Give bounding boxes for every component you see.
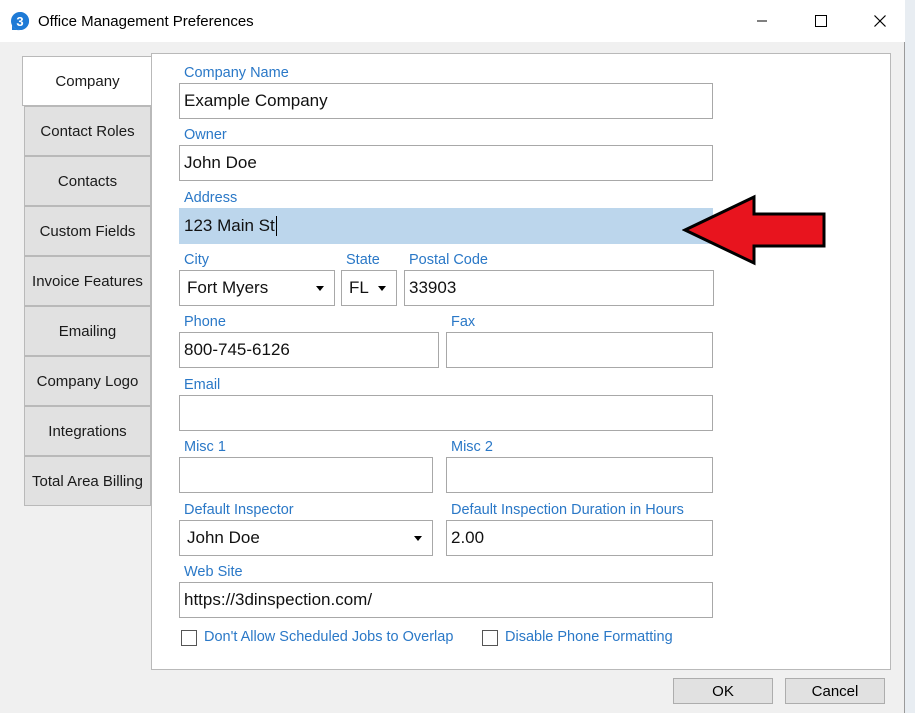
- tab-label: Total Area Billing: [32, 472, 143, 490]
- button-label: OK: [712, 682, 734, 700]
- state-dropdown[interactable]: FL: [341, 270, 397, 306]
- dropdown-arrow-icon: [316, 286, 324, 291]
- title-bar: 3 Office Management Preferences: [0, 0, 905, 42]
- phone-input[interactable]: 800-745-6126: [179, 332, 439, 368]
- tab-label: Company: [55, 72, 120, 90]
- window-title: Office Management Preferences: [38, 13, 254, 30]
- tab-company-logo[interactable]: Company Logo: [24, 356, 151, 406]
- disable-phone-formatting-label[interactable]: Disable Phone Formatting: [505, 629, 673, 645]
- tab-integrations[interactable]: Integrations: [24, 406, 151, 456]
- field-value: John Doe: [184, 153, 257, 172]
- misc2-label: Misc 2: [451, 439, 493, 455]
- owner-label: Owner: [184, 127, 227, 143]
- tab-custom-fields[interactable]: Custom Fields: [24, 206, 151, 256]
- email-label: Email: [184, 377, 221, 393]
- close-button[interactable]: [851, 0, 909, 42]
- tab-label: Integrations: [48, 422, 127, 440]
- company-name-input[interactable]: Example Company: [179, 83, 713, 119]
- select-value: FL: [349, 278, 369, 297]
- field-value: https://3dinspection.com/: [184, 590, 373, 609]
- postal-code-input[interactable]: 33903: [404, 270, 714, 306]
- phone-label: Phone: [184, 314, 226, 330]
- ok-button[interactable]: OK: [673, 678, 773, 704]
- dropdown-arrow-icon: [414, 536, 422, 541]
- city-dropdown[interactable]: Fort Myers: [179, 270, 335, 306]
- company-name-label: Company Name: [184, 65, 289, 81]
- field-value: 33903: [409, 278, 457, 297]
- misc1-label: Misc 1: [184, 439, 226, 455]
- email-input[interactable]: [179, 395, 713, 431]
- minimize-button[interactable]: [733, 0, 791, 42]
- text-caret: [275, 216, 277, 236]
- tab-label: Contacts: [57, 172, 118, 190]
- preferences-dialog: 3 Office Management Preferences Company …: [0, 0, 905, 713]
- tab-label: Custom Fields: [39, 222, 136, 240]
- default-duration-label: Default Inspection Duration in Hours: [451, 502, 684, 518]
- no-overlap-label[interactable]: Don't Allow Scheduled Jobs to Overlap: [204, 629, 453, 645]
- tab-label: Contact Roles: [40, 122, 135, 140]
- close-icon: [874, 15, 886, 27]
- tab-emailing[interactable]: Emailing: [24, 306, 151, 356]
- misc2-input[interactable]: [446, 457, 713, 493]
- dropdown-arrow-icon: [378, 286, 386, 291]
- tab-total-area-billing[interactable]: Total Area Billing: [24, 456, 151, 506]
- maximize-button[interactable]: [792, 0, 850, 42]
- background-window-edge: [905, 0, 915, 713]
- default-duration-input[interactable]: 2.00: [446, 520, 713, 556]
- field-value: 123 Main St: [184, 216, 275, 235]
- tab-company[interactable]: Company: [22, 56, 152, 106]
- city-label: City: [184, 252, 209, 268]
- field-value: 800-745-6126: [184, 340, 290, 359]
- default-inspector-label: Default Inspector: [184, 502, 294, 518]
- background-fragment: [907, 104, 915, 116]
- tab-label: Invoice Features: [32, 272, 143, 290]
- address-input[interactable]: 123 Main St: [179, 208, 713, 244]
- tab-label: Emailing: [58, 322, 117, 340]
- button-label: Cancel: [811, 682, 859, 700]
- tab-label: Company Logo: [36, 372, 139, 390]
- minimize-icon: [756, 15, 768, 27]
- address-label: Address: [184, 190, 238, 206]
- svg-text:3: 3: [16, 14, 23, 29]
- tab-invoice-features[interactable]: Invoice Features: [24, 256, 151, 306]
- owner-input[interactable]: John Doe: [179, 145, 713, 181]
- select-value: John Doe: [187, 528, 260, 547]
- website-label: Web Site: [184, 564, 243, 580]
- field-value: Example Company: [184, 91, 328, 110]
- field-value: 2.00: [451, 528, 485, 547]
- website-input[interactable]: https://3dinspection.com/: [179, 582, 713, 618]
- no-overlap-checkbox[interactable]: [181, 630, 197, 646]
- maximize-icon: [815, 15, 827, 27]
- cancel-button[interactable]: Cancel: [785, 678, 885, 704]
- default-inspector-dropdown[interactable]: John Doe: [179, 520, 433, 556]
- fax-label: Fax: [451, 314, 476, 330]
- app-logo-icon: 3: [10, 11, 30, 31]
- tab-contacts[interactable]: Contacts: [24, 156, 151, 206]
- misc1-input[interactable]: [179, 457, 433, 493]
- red-arrow-icon: [682, 194, 826, 266]
- tab-contact-roles[interactable]: Contact Roles: [24, 106, 151, 156]
- state-label: State: [346, 252, 380, 268]
- postal-code-label: Postal Code: [409, 252, 488, 268]
- disable-phone-formatting-checkbox[interactable]: [482, 630, 498, 646]
- select-value: Fort Myers: [187, 278, 269, 297]
- fax-input[interactable]: [446, 332, 713, 368]
